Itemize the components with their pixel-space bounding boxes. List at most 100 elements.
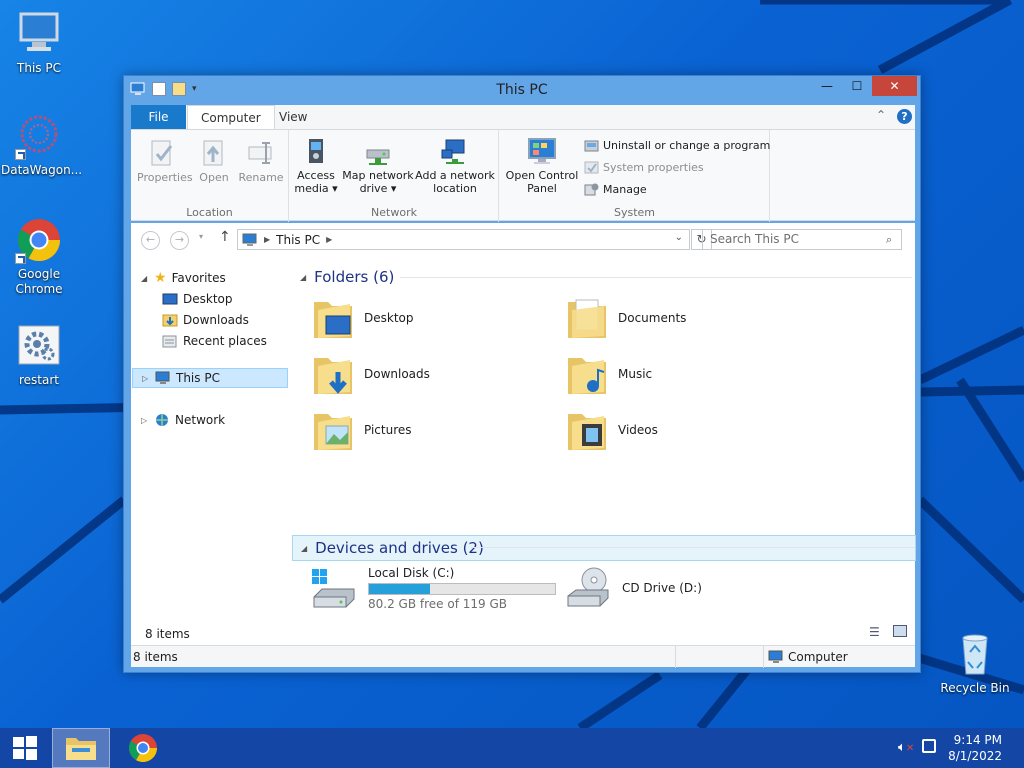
nav-favorites[interactable]: ◢ ★ Favorites <box>141 268 226 288</box>
clock[interactable]: 9:14 PM 8/1/2022 <box>948 732 1002 764</box>
access-media-icon <box>301 136 331 166</box>
network-icon <box>156 414 168 426</box>
navigation-bar: ← → ▾ ↑ ▶ This PC ▶ ⌄ ↻ Search This PC ⌕ <box>131 223 915 256</box>
folder-videos[interactable]: Videos <box>566 404 796 456</box>
collapse-caret-icon[interactable]: ◢ <box>301 544 307 553</box>
system-properties-button[interactable]: System properties <box>584 157 704 177</box>
nav-recent-places[interactable]: Recent places <box>162 331 267 351</box>
close-button[interactable]: ✕ <box>872 76 917 96</box>
drive-free-space: 80.2 GB free of 119 GB <box>368 597 507 611</box>
uninstall-program-button[interactable]: Uninstall or change a program <box>584 135 770 155</box>
folder-documents[interactable]: Documents <box>566 292 796 344</box>
system-properties-label: System properties <box>603 160 704 174</box>
nav-recent-places-label: Recent places <box>183 334 267 348</box>
desktop-icon-label: Recycle Bin <box>940 681 1010 695</box>
drive-d[interactable]: CD Drive (D:) <box>564 566 702 610</box>
minimize-button[interactable]: — <box>812 76 842 96</box>
devices-group-header[interactable]: ◢ Devices and drives (2) <box>292 535 916 561</box>
open-control-panel-button[interactable]: Open Control Panel <box>504 136 580 195</box>
folder-downloads[interactable]: Downloads <box>312 348 542 400</box>
address-bar[interactable]: ▶ This PC ▶ ⌄ <box>237 229 690 250</box>
tab-file[interactable]: File <box>131 105 186 129</box>
address-dropdown-icon[interactable]: ⌄ <box>675 232 683 243</box>
clock-time: 9:14 PM <box>953 733 1002 747</box>
expand-caret-icon[interactable]: ◢ <box>141 274 149 283</box>
folders-group-header[interactable]: ◢ Folders (6) <box>300 266 912 288</box>
help-icon[interactable]: ? <box>897 109 912 124</box>
address-path[interactable]: This PC <box>276 233 320 247</box>
shortcut-arrow-icon <box>15 149 26 160</box>
add-network-location-button[interactable]: Add a network location <box>414 136 496 195</box>
map-network-drive-label: Map network <box>342 169 414 182</box>
control-panel-icon <box>527 136 557 166</box>
desktop-icon-chrome[interactable]: Google Chrome <box>1 216 77 297</box>
tab-computer[interactable]: Computer <box>187 105 275 130</box>
properties-button[interactable]: Properties <box>137 138 193 184</box>
network-status-icon[interactable] <box>922 739 936 753</box>
folder-desktop[interactable]: Desktop <box>312 292 542 344</box>
breadcrumb-chevron-icon[interactable]: ▶ <box>264 235 270 244</box>
desktop-icon-this-pc[interactable]: This PC <box>1 10 77 76</box>
back-button[interactable]: ← <box>141 231 160 250</box>
explorer-window: ▾ This PC — ☐ ✕ File Computer View ⌃ ? P… <box>123 75 921 673</box>
large-icons-view-icon[interactable] <box>893 625 907 637</box>
nav-desktop[interactable]: Desktop <box>162 289 233 309</box>
volume-muted-icon[interactable]: 🔈︎✕ <box>898 740 914 755</box>
map-network-drive-button[interactable]: Map network drive ▾ <box>342 136 414 195</box>
star-icon: ★ <box>154 270 167 286</box>
collapse-caret-icon[interactable]: ◢ <box>300 273 306 282</box>
title-bar[interactable]: ▾ This PC — ☐ ✕ <box>124 76 920 104</box>
ribbon-group-system: Open Control Panel Uninstall or change a… <box>500 130 770 222</box>
nav-desktop-label: Desktop <box>183 292 233 306</box>
devices-heading: Devices and drives (2) <box>315 539 484 557</box>
breadcrumb-chevron-icon[interactable]: ▶ <box>326 235 332 244</box>
desktop-icon-label: Google Chrome <box>15 267 63 296</box>
desktop-icon-restart[interactable]: restart <box>1 322 77 388</box>
uninstall-program-label: Uninstall or change a program <box>603 138 771 152</box>
up-button[interactable]: ↑ <box>219 229 231 245</box>
desktop-icon-datawagon[interactable]: DataWagon... <box>1 112 82 178</box>
folder-pictures[interactable]: Pictures <box>312 404 542 456</box>
drive-c[interactable]: Local Disk (C:) 80.2 GB free of 119 GB <box>310 566 556 611</box>
ribbon-group-network: Access media ▾ Map network drive ▾ Add a… <box>290 130 499 222</box>
properties-icon <box>147 138 177 168</box>
nav-downloads[interactable]: Downloads <box>162 310 249 330</box>
add-network-location-icon <box>440 136 470 166</box>
chrome-icon <box>129 734 157 762</box>
taskbar-chrome[interactable] <box>114 728 172 768</box>
manage-button[interactable]: Manage <box>584 179 647 199</box>
maximize-button[interactable]: ☐ <box>842 76 872 96</box>
desktop-icon-label: restart <box>18 373 59 387</box>
forward-button[interactable]: → <box>170 231 189 250</box>
desktop-folder-icon <box>314 302 352 338</box>
start-button[interactable] <box>0 728 50 768</box>
taskbar-file-explorer[interactable] <box>52 728 110 768</box>
collapse-ribbon-icon[interactable]: ⌃ <box>876 108 886 122</box>
rename-button[interactable]: Rename <box>237 138 285 184</box>
ribbon-group-label: Network <box>371 206 417 219</box>
open-button[interactable]: Open <box>193 138 235 184</box>
computer-small-icon <box>155 371 170 384</box>
item-count-bottom: 8 items <box>133 650 178 664</box>
manage-label: Manage <box>603 182 647 196</box>
expand-caret-icon[interactable]: ▷ <box>142 374 150 383</box>
details-view-icon[interactable]: ☰ <box>869 625 880 639</box>
search-input[interactable]: Search This PC <box>702 229 902 250</box>
nav-network[interactable]: ▷ Network <box>141 410 225 430</box>
status-bar: 8 items Computer <box>131 645 915 668</box>
access-media-button[interactable]: Access media ▾ <box>292 136 340 195</box>
folder-music[interactable]: Music <box>566 348 796 400</box>
documents-folder-icon <box>568 299 606 338</box>
recent-locations-icon[interactable]: ▾ <box>199 232 203 241</box>
windows-logo-icon <box>13 736 37 760</box>
properties-label: Properties <box>137 171 193 184</box>
desktop-icon-recycle-bin[interactable]: Recycle Bin <box>937 630 1013 696</box>
tab-view[interactable]: View <box>266 105 320 129</box>
nav-this-pc[interactable]: ▷ This PC <box>132 368 288 388</box>
file-explorer-icon <box>66 738 96 760</box>
expand-caret-icon[interactable]: ▷ <box>141 416 149 425</box>
search-icon[interactable]: ⌕ <box>886 233 892 247</box>
nav-favorites-label: Favorites <box>171 271 226 285</box>
shortcut-arrow-icon <box>15 253 26 264</box>
datawagon-icon <box>15 112 63 160</box>
